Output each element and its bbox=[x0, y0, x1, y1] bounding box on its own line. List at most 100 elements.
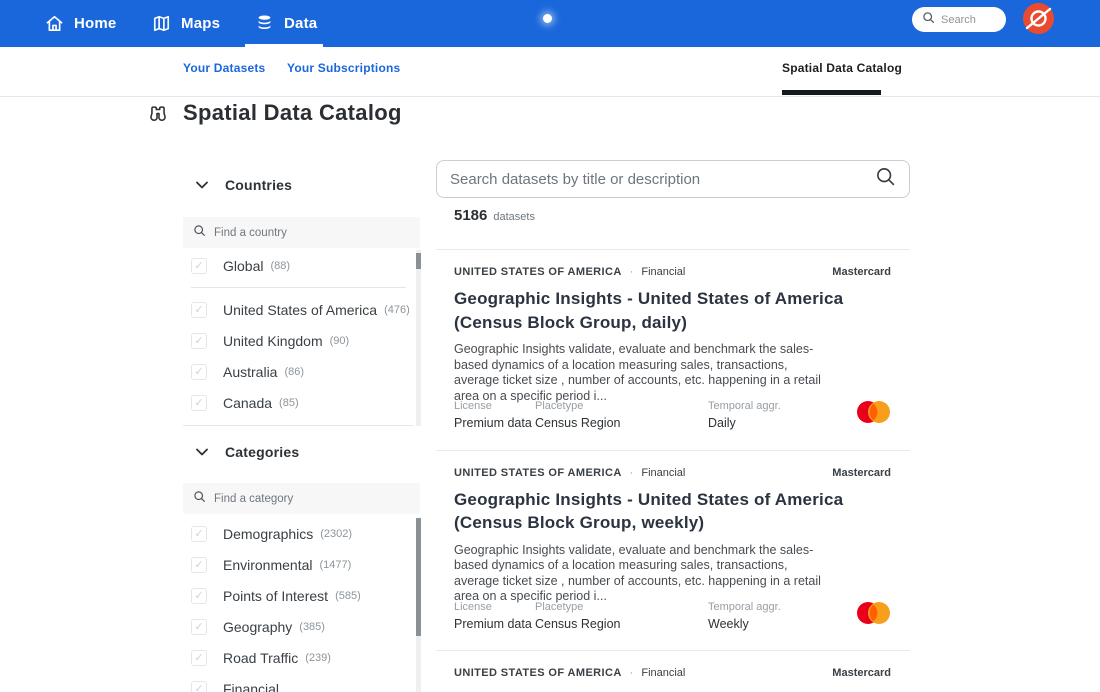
page-title: Spatial Data Catalog bbox=[183, 100, 402, 126]
card-footer: License Premium data Placetype Census Re… bbox=[454, 601, 891, 631]
country-filter-item[interactable]: ✓ Australia (86) bbox=[183, 356, 414, 387]
category-filter-item[interactable]: ✓ Points of Interest (585) bbox=[183, 580, 414, 611]
checkbox[interactable]: ✓ bbox=[191, 302, 207, 318]
checkbox[interactable]: ✓ bbox=[191, 650, 207, 666]
search-icon[interactable] bbox=[875, 166, 896, 192]
home-icon bbox=[45, 14, 64, 33]
country-filter-item[interactable]: ✓ United States of America (476) bbox=[183, 294, 414, 325]
tab-your-subscriptions[interactable]: Your Subscriptions bbox=[287, 61, 400, 75]
mastercard-logo-icon bbox=[856, 400, 891, 424]
dataset-search[interactable] bbox=[436, 160, 910, 198]
category-label: Environmental bbox=[223, 557, 313, 573]
category-count: (239) bbox=[305, 652, 331, 664]
category-count: (585) bbox=[335, 590, 361, 602]
category-filter-item[interactable]: ✓ Road Traffic (239) bbox=[183, 642, 414, 673]
category-filter-item[interactable]: ✓ Demographics (2302) bbox=[183, 518, 414, 549]
category-search[interactable] bbox=[183, 483, 420, 514]
country-filter-item[interactable]: ✓ United Kingdom (90) bbox=[183, 325, 414, 356]
placetype-value: Census Region bbox=[535, 416, 620, 430]
temporal-column: Temporal aggr. Weekly bbox=[708, 601, 781, 631]
checkbox[interactable]: ✓ bbox=[191, 333, 207, 349]
card-title[interactable]: Geographic Insights - United States of A… bbox=[454, 287, 910, 334]
countries-list: ✓ Global (88) ✓ United States of America… bbox=[183, 250, 414, 426]
temporal-column: Temporal aggr. Daily bbox=[708, 400, 781, 430]
nav-item-label: Home bbox=[74, 15, 116, 32]
dataset-card[interactable]: UNITED STATES OF AMERICA · Financial Mas… bbox=[436, 450, 910, 651]
nav-item-maps[interactable]: Maps bbox=[152, 0, 220, 47]
placetype-value: Census Region bbox=[535, 617, 620, 631]
category-search-input[interactable] bbox=[214, 493, 410, 505]
category-label: Financial bbox=[223, 681, 279, 692]
search-icon bbox=[193, 490, 206, 508]
category-label: Demographics bbox=[223, 526, 313, 542]
checkbox[interactable]: ✓ bbox=[191, 364, 207, 380]
categories-list: ✓ Demographics (2302) ✓ Environmental (1… bbox=[183, 518, 414, 692]
tab-your-datasets[interactable]: Your Datasets bbox=[183, 61, 265, 75]
carto-logo[interactable] bbox=[1022, 2, 1055, 35]
country-label: Australia bbox=[223, 364, 277, 380]
country-search[interactable] bbox=[183, 217, 420, 248]
category-filter-item[interactable]: ✓ Financial bbox=[183, 673, 414, 692]
category-count: (385) bbox=[299, 621, 325, 633]
checkbox[interactable]: ✓ bbox=[191, 681, 207, 692]
country-search-input[interactable] bbox=[214, 227, 410, 239]
dataset-card[interactable]: UNITED STATES OF AMERICA · Financial Mas… bbox=[436, 650, 910, 692]
country-label: United States of America bbox=[223, 302, 377, 318]
placetype-column: Placetype Census Region bbox=[535, 601, 620, 631]
global-search-input[interactable] bbox=[941, 14, 991, 26]
card-footer: License Premium data Placetype Census Re… bbox=[454, 400, 891, 430]
license-label: License bbox=[454, 400, 532, 412]
checkbox[interactable]: ✓ bbox=[191, 557, 207, 573]
card-country: UNITED STATES OF AMERICA bbox=[454, 467, 622, 479]
checkbox[interactable]: ✓ bbox=[191, 619, 207, 635]
chevron-down-icon bbox=[196, 176, 208, 194]
maps-icon bbox=[152, 14, 171, 33]
tab-spatial-data-catalog[interactable]: Spatial Data Catalog bbox=[782, 61, 902, 75]
categories-section-header[interactable]: Categories bbox=[196, 443, 299, 461]
nav-item-label: Data bbox=[284, 15, 317, 32]
country-count: (90) bbox=[330, 335, 350, 347]
license-column: License Premium data bbox=[454, 400, 532, 430]
categories-scrollbar-thumb[interactable] bbox=[416, 518, 421, 636]
placetype-label: Placetype bbox=[535, 601, 620, 613]
category-count: (2302) bbox=[320, 528, 352, 540]
nav-item-data[interactable]: Data bbox=[255, 0, 317, 47]
temporal-value: Weekly bbox=[708, 617, 781, 631]
mastercard-logo-icon bbox=[856, 601, 891, 625]
country-count: (88) bbox=[270, 260, 290, 272]
card-header: UNITED STATES OF AMERICA · Financial Mas… bbox=[454, 266, 891, 278]
nav-item-home[interactable]: Home bbox=[45, 0, 116, 47]
country-filter-item[interactable]: ✓ Global (88) bbox=[183, 250, 414, 281]
card-header: UNITED STATES OF AMERICA · Financial Mas… bbox=[454, 467, 891, 479]
category-label: Points of Interest bbox=[223, 588, 328, 604]
country-count: (85) bbox=[279, 397, 299, 409]
license-value: Premium data bbox=[454, 416, 532, 430]
database-icon bbox=[255, 14, 274, 33]
card-title[interactable]: Geographic Insights - United States of A… bbox=[454, 488, 910, 535]
card-description: Geographic Insights validate, evaluate a… bbox=[454, 342, 836, 404]
dataset-card[interactable]: UNITED STATES OF AMERICA · Financial Mas… bbox=[436, 249, 910, 450]
temporal-label: Temporal aggr. bbox=[708, 601, 781, 613]
country-label: Global bbox=[223, 258, 263, 274]
country-filter-item[interactable]: ✓ Canada (85) bbox=[183, 387, 414, 418]
checkbox[interactable]: ✓ bbox=[191, 395, 207, 411]
separator-dot: · bbox=[630, 467, 634, 479]
active-tab-underline bbox=[782, 90, 881, 95]
category-label: Road Traffic bbox=[223, 650, 298, 666]
card-country: UNITED STATES OF AMERICA bbox=[454, 266, 622, 278]
category-filter-item[interactable]: ✓ Environmental (1477) bbox=[183, 549, 414, 580]
notification-dot bbox=[543, 14, 552, 23]
checkbox[interactable]: ✓ bbox=[191, 588, 207, 604]
category-filter-item[interactable]: ✓ Geography (385) bbox=[183, 611, 414, 642]
placetype-column: Placetype Census Region bbox=[535, 400, 620, 430]
categories-scrollbar[interactable] bbox=[416, 518, 421, 692]
dataset-search-input[interactable] bbox=[450, 171, 875, 188]
countries-scrollbar-thumb[interactable] bbox=[416, 253, 421, 269]
countries-scrollbar[interactable] bbox=[416, 250, 421, 426]
countries-section-header[interactable]: Countries bbox=[196, 176, 292, 194]
checkbox[interactable]: ✓ bbox=[191, 526, 207, 542]
binoculars-icon bbox=[147, 103, 169, 130]
license-column: License Premium data bbox=[454, 601, 532, 631]
checkbox[interactable]: ✓ bbox=[191, 258, 207, 274]
global-search[interactable] bbox=[912, 7, 1006, 32]
